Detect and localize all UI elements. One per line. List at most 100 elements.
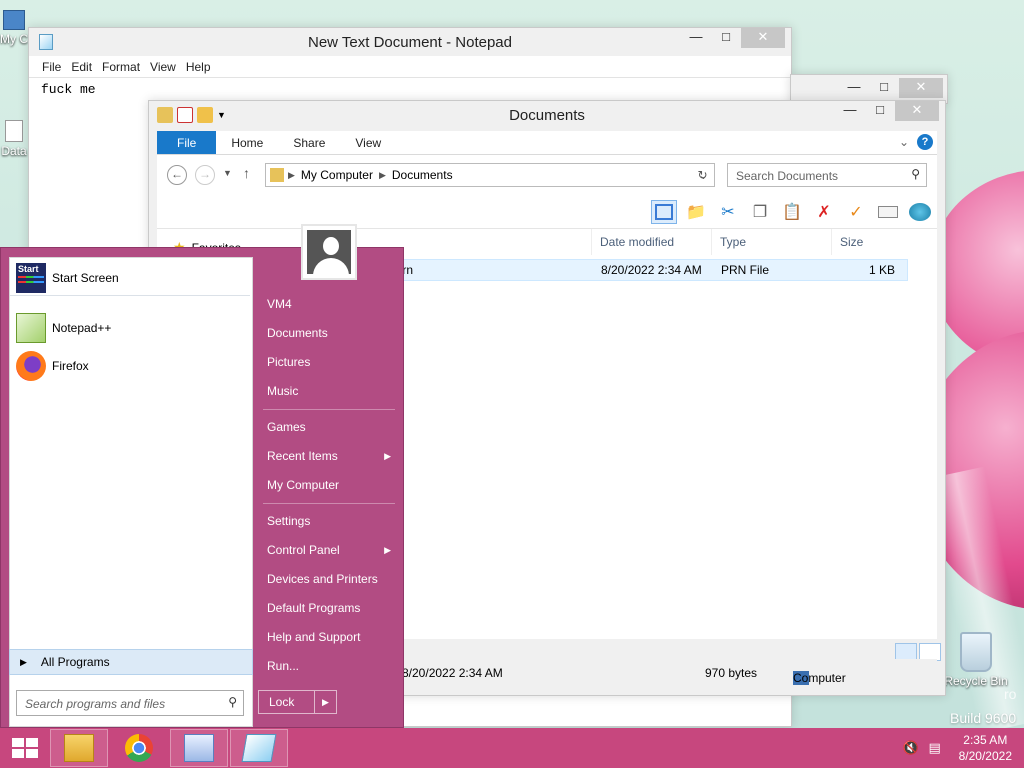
place-help-and-support[interactable]: Help and Support: [259, 623, 399, 652]
computer-icon: [3, 10, 25, 30]
copy-icon: ❐: [752, 204, 768, 221]
search-input[interactable]: Search Documents ⚲: [727, 163, 927, 187]
place-label: Recent Items: [267, 449, 338, 463]
breadcrumb-my-computer[interactable]: My Computer: [295, 168, 379, 182]
tab-view[interactable]: View: [340, 131, 396, 154]
recycle-bin-icon: [960, 632, 992, 672]
place-vm4[interactable]: VM4: [259, 290, 399, 319]
tab-file[interactable]: File: [157, 131, 217, 154]
network-button[interactable]: [907, 200, 933, 224]
column-date-modified[interactable]: Date modified: [592, 229, 712, 255]
up-arrow-icon[interactable]: ↑: [243, 165, 250, 181]
maximize-button[interactable]: □: [711, 28, 741, 48]
paste-button[interactable]: 📋: [779, 200, 805, 224]
divider: [263, 503, 395, 504]
chevron-right-icon: ▶: [288, 169, 295, 180]
breadcrumb-documents[interactable]: Documents: [386, 168, 459, 182]
refresh-button[interactable]: ↻: [691, 163, 715, 187]
all-programs-label: All Programs: [40, 655, 110, 669]
menu-file[interactable]: File: [37, 56, 66, 77]
column-size[interactable]: Size: [832, 229, 908, 255]
menu-view[interactable]: View: [145, 56, 181, 77]
minimize-button[interactable]: —: [835, 101, 865, 121]
place-control-panel[interactable]: Control Panel ▶: [259, 536, 399, 565]
properties-button[interactable]: 📁: [683, 200, 709, 224]
windows-logo-icon: [12, 738, 38, 758]
preview-pane-button[interactable]: [651, 200, 677, 224]
minimize-button[interactable]: —: [839, 78, 869, 98]
cut-button[interactable]: ✂: [715, 200, 741, 224]
start-menu: Start Start Screen Notepad++ Firefox ▶ A…: [0, 224, 404, 728]
volume-muted-icon[interactable]: 🔇: [903, 740, 919, 756]
file-size: 1 KB: [868, 263, 895, 277]
delete-button[interactable]: ✗: [811, 200, 837, 224]
place-my-computer[interactable]: My Computer: [259, 471, 399, 500]
start-places: VM4 Documents Pictures Music Games Recen…: [259, 290, 399, 681]
start-search-input[interactable]: Search programs and files ⚲: [16, 690, 244, 716]
notepad-text-area[interactable]: fuck me: [29, 78, 791, 101]
place-label: Control Panel: [267, 543, 340, 557]
checkmark-icon: ✓: [849, 204, 863, 221]
place-documents[interactable]: Documents: [259, 319, 399, 348]
place-run[interactable]: Run...: [259, 652, 399, 681]
tab-home[interactable]: Home: [216, 131, 278, 154]
shutdown-options-button[interactable]: ▶: [315, 690, 337, 714]
address-row: ← → ▼ ↑ ▶ My Computer ▶ Documents ⌄ ↻ Se…: [157, 155, 937, 195]
column-type[interactable]: Type: [712, 229, 832, 255]
lock-button[interactable]: Lock: [258, 690, 315, 714]
back-button[interactable]: ←: [167, 165, 187, 185]
copy-button[interactable]: ❐: [747, 200, 773, 224]
close-button[interactable]: ✕: [741, 28, 785, 48]
desktop-icon-my-computer[interactable]: My C: [0, 10, 28, 46]
notepad-icon: [241, 734, 277, 762]
desktop-icon-data[interactable]: Data: [0, 120, 28, 158]
clock-date: 8/20/2022: [958, 749, 1012, 763]
close-button[interactable]: ✕: [895, 101, 939, 121]
maximize-button[interactable]: □: [865, 101, 895, 121]
program-notepad-plus-plus[interactable]: Notepad++: [10, 310, 250, 346]
place-pictures[interactable]: Pictures: [259, 348, 399, 377]
help-icon[interactable]: ?: [917, 134, 933, 150]
program-label: Notepad++: [52, 321, 112, 335]
taskbar-file-explorer[interactable]: [50, 729, 108, 767]
document-icon: [5, 120, 23, 142]
taskbar-chrome[interactable]: [110, 729, 168, 767]
menu-help[interactable]: Help: [181, 56, 216, 77]
maximize-button[interactable]: □: [869, 78, 899, 98]
control-panel-icon: [184, 734, 214, 762]
network-icon[interactable]: ▤: [927, 740, 943, 756]
search-icon[interactable]: ⚲: [911, 167, 920, 181]
place-settings[interactable]: Settings: [259, 507, 399, 536]
address-bar[interactable]: ▶ My Computer ▶ Documents ⌄: [265, 163, 715, 187]
start-button[interactable]: [0, 728, 48, 768]
expand-ribbon-icon[interactable]: ⌄: [899, 135, 909, 149]
clock[interactable]: 2:35 AM 8/20/2022: [959, 732, 1012, 764]
rename-button[interactable]: ✓: [843, 200, 869, 224]
menu-edit[interactable]: Edit: [66, 56, 97, 77]
recent-locations-icon[interactable]: ▼: [223, 168, 232, 178]
place-games[interactable]: Games: [259, 413, 399, 442]
taskbar-notepad[interactable]: [230, 729, 288, 767]
folder-check-icon: 📁: [686, 204, 706, 221]
place-recent-items[interactable]: Recent Items ▶: [259, 442, 399, 471]
place-music[interactable]: Music: [259, 377, 399, 406]
close-button[interactable]: ✕: [899, 78, 943, 98]
place-default-programs[interactable]: Default Programs: [259, 594, 399, 623]
place-devices-and-printers[interactable]: Devices and Printers: [259, 565, 399, 594]
program-firefox[interactable]: Firefox: [10, 348, 250, 384]
toolbar: 📁 ✂ ❐ 📋 ✗ ✓: [157, 195, 937, 229]
explorer-titlebar[interactable]: ▼ Documents — □ ✕: [149, 101, 945, 131]
search-icon[interactable]: ⚲: [228, 695, 237, 709]
tab-share[interactable]: Share: [278, 131, 340, 154]
menu-format[interactable]: Format: [97, 56, 145, 77]
file-date: 8/20/2022 2:34 AM: [601, 263, 702, 277]
user-avatar[interactable]: [301, 224, 357, 280]
notepad-titlebar[interactable]: New Text Document - Notepad — □ ✕: [29, 28, 791, 56]
forward-button[interactable]: →: [195, 165, 215, 185]
minimize-button[interactable]: —: [681, 28, 711, 48]
desktop-icon-recycle-bin[interactable]: Recycle Bin: [944, 632, 1008, 688]
select-button[interactable]: [875, 200, 901, 224]
program-start-screen[interactable]: Start Start Screen: [10, 260, 250, 296]
all-programs-button[interactable]: ▶ All Programs: [9, 649, 253, 675]
taskbar-control-panel[interactable]: [170, 729, 228, 767]
